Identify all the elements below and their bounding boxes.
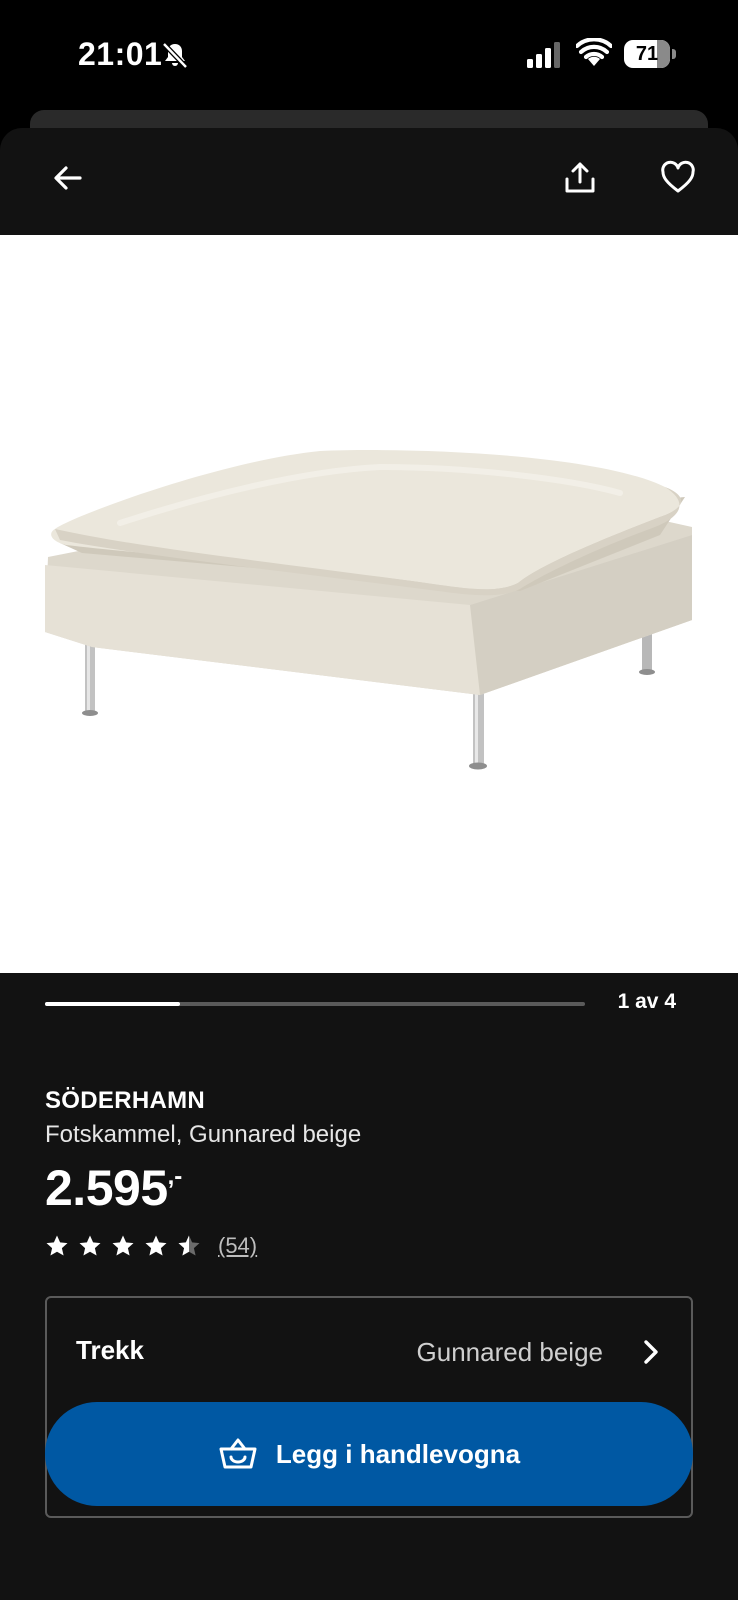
price-suffix: ,- [167, 1163, 183, 1190]
heart-icon [661, 160, 695, 193]
favorite-button[interactable] [648, 148, 708, 208]
status-time: 21:01 [78, 36, 163, 72]
add-to-cart-label: Legg i handlevogna [275, 1438, 521, 1469]
share-icon [565, 162, 595, 193]
shopping-basket-icon [219, 1438, 257, 1469]
chevron-right-icon [644, 1340, 658, 1364]
signal-icon [527, 42, 560, 68]
product-sheet: 1 av 4 SÖDERHAMN Fotskammel, Gunnared be… [0, 128, 738, 1600]
share-button[interactable] [550, 148, 610, 208]
screen: 21:01 71 1 av 4 SÖDERHAMN Fotskammel, Gu… [0, 0, 738, 1600]
battery-body: 71 [624, 40, 670, 68]
star-icon [46, 1235, 68, 1256]
battery-tip [672, 49, 676, 59]
arrow-left-icon [54, 166, 82, 190]
review-count-link[interactable]: (54) [218, 1233, 257, 1259]
variant-row-trekk[interactable]: Trekk Gunnared beige [47, 1298, 691, 1406]
status-bar: 21:01 71 [0, 0, 738, 110]
top-navigation [0, 128, 738, 234]
product-rating[interactable]: (54) [45, 1230, 257, 1262]
carousel-counter: 1 av 4 [617, 990, 676, 1013]
price-integer: 2.595 [45, 1160, 168, 1216]
battery-level: 71 [635, 43, 659, 65]
product-image [45, 450, 692, 770]
product-price: 2.595,- [45, 1159, 182, 1219]
battery-icon: 71 [624, 40, 676, 68]
carousel-indicator: 1 av 4 [0, 988, 738, 1024]
variant-value: Gunnared beige [416, 1337, 603, 1367]
bell-off-icon [162, 42, 188, 69]
star-half-icon [178, 1235, 200, 1256]
product-description: Fotskammel, Gunnared beige [45, 1121, 362, 1148]
star-icon [112, 1235, 134, 1256]
star-icon [79, 1235, 101, 1256]
back-button[interactable] [38, 148, 98, 208]
variant-label: Trekk [76, 1335, 144, 1365]
star-icon [145, 1235, 167, 1256]
wifi-icon [576, 38, 612, 66]
product-image-carousel[interactable] [0, 235, 738, 973]
carousel-progress-fill [45, 1002, 180, 1006]
product-name: SÖDERHAMN [45, 1087, 206, 1114]
carousel-progress-track [45, 1002, 585, 1006]
add-to-cart-button[interactable]: Legg i handlevogna [45, 1402, 693, 1506]
